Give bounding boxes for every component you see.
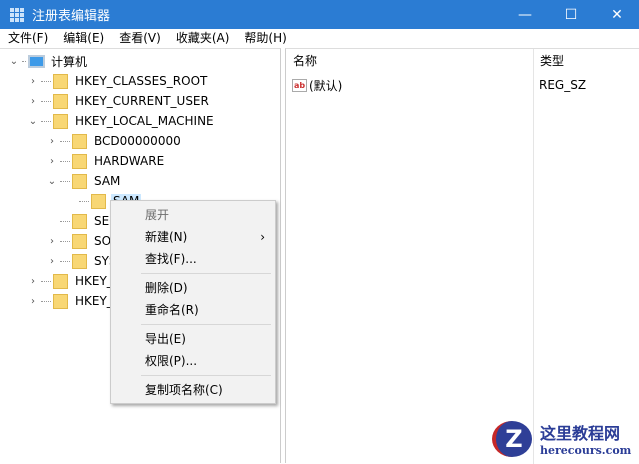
title-bar: 注册表编辑器 — ☐ ✕ <box>0 0 639 29</box>
tree-line <box>41 300 51 302</box>
chevron-right-icon: › <box>260 230 265 244</box>
folder-icon <box>72 153 87 169</box>
tree-line <box>79 200 89 202</box>
chevron-right-icon[interactable]: › <box>27 96 39 107</box>
chevron-down-icon[interactable]: ⌄ <box>27 116 39 127</box>
column-header-type[interactable]: 类型 <box>533 49 564 74</box>
menu-item-label: 新建(N) <box>145 230 188 244</box>
chevron-right-icon[interactable]: › <box>27 76 39 87</box>
folder-icon <box>53 73 68 89</box>
tree-line <box>60 260 70 262</box>
folder-icon <box>53 293 68 309</box>
tree-item[interactable]: › HKEY_CLASSES_ROOT <box>27 71 209 91</box>
folder-icon <box>53 93 68 109</box>
menu-item-rename[interactable]: 重命名(R) <box>111 299 275 321</box>
chevron-right-icon[interactable]: › <box>46 236 58 247</box>
tree-line <box>60 240 70 242</box>
watermark-name: 这里教程网 <box>540 424 621 443</box>
window-title: 注册表编辑器 <box>32 9 111 24</box>
chevron-right-icon[interactable]: › <box>46 156 58 167</box>
folder-icon <box>53 113 68 129</box>
column-divider[interactable] <box>533 49 534 464</box>
minimize-button[interactable]: — <box>502 0 548 29</box>
tree-item-computer[interactable]: ⌄ 计算机 <box>8 51 87 71</box>
tree-item[interactable]: › HKEY_CURRENT_USER <box>27 91 211 111</box>
tree-item[interactable]: ⌄ SAM <box>46 171 122 191</box>
string-value-icon: ab <box>292 78 307 92</box>
menu-help[interactable]: 帮助(H) <box>236 29 293 48</box>
menu-item-find[interactable]: 查找(F)... <box>111 248 275 270</box>
menu-edit[interactable]: 编辑(E) <box>55 29 111 48</box>
context-menu: 展开 新建(N) › 查找(F)... 删除(D) 重命名(R) 导出(E) 权限… <box>110 200 276 404</box>
folder-icon <box>72 213 87 229</box>
tree-item[interactable]: › BCD00000000 <box>46 131 183 151</box>
chevron-down-icon[interactable]: ⌄ <box>46 176 58 187</box>
menu-separator <box>141 324 271 325</box>
menu-separator <box>141 273 271 274</box>
tree-item[interactable]: ⌄ HKEY_LOCAL_MACHINE <box>27 111 216 131</box>
folder-icon <box>53 273 68 289</box>
tree-item-label: 计算机 <box>51 54 88 69</box>
folder-icon <box>72 133 87 149</box>
folder-icon <box>72 233 87 249</box>
regedit-app-icon <box>10 7 24 22</box>
menu-bar: 文件(F) 编辑(E) 查看(V) 收藏夹(A) 帮助(H) <box>0 29 639 48</box>
menu-item-export[interactable]: 导出(E) <box>111 328 275 350</box>
menu-file[interactable]: 文件(F) <box>0 29 55 48</box>
menu-favorites[interactable]: 收藏夹(A) <box>168 29 237 48</box>
menu-view[interactable]: 查看(V) <box>111 29 168 48</box>
tree-line <box>41 80 51 82</box>
tree-line <box>41 100 51 102</box>
chevron-right-icon[interactable]: › <box>46 256 58 267</box>
value-row[interactable]: ab (默认) REG_SZ <box>292 75 632 95</box>
tree-line <box>22 60 26 62</box>
chevron-right-icon[interactable]: › <box>46 136 58 147</box>
tree-item-label: HKEY_CLASSES_ROOT <box>75 74 208 88</box>
folder-icon <box>72 173 87 189</box>
tree-item-label: BCD00000000 <box>94 134 181 148</box>
tree-line <box>60 140 70 142</box>
tree-item[interactable]: › HARDWARE <box>46 151 166 171</box>
watermark: Z 这里教程网 herecours.com <box>492 420 631 457</box>
menu-item-new[interactable]: 新建(N) › <box>111 226 275 248</box>
tree-item-label: HARDWARE <box>94 154 165 168</box>
tree-item-label: HKEY_LOCAL_MACHINE <box>75 114 214 128</box>
menu-item-delete[interactable]: 删除(D) <box>111 277 275 299</box>
watermark-url: herecours.com <box>540 444 632 457</box>
maximize-button[interactable]: ☐ <box>548 0 594 29</box>
tree-line <box>60 180 70 182</box>
tree-line <box>41 280 51 282</box>
value-name: (默认) <box>309 78 343 93</box>
folder-icon <box>72 253 87 269</box>
chevron-right-icon[interactable]: › <box>27 276 39 287</box>
tree-line <box>60 220 70 222</box>
close-button[interactable]: ✕ <box>594 0 639 29</box>
watermark-logo: Z <box>492 420 532 457</box>
tree-item-label: HKEY_CURRENT_USER <box>75 94 209 108</box>
computer-icon <box>28 54 45 68</box>
tree-item-label: SAM <box>94 174 121 188</box>
value-type: REG_SZ <box>539 78 587 92</box>
tree-line <box>60 160 70 162</box>
menu-item-permissions[interactable]: 权限(P)... <box>111 350 275 372</box>
tree-line <box>41 120 51 122</box>
menu-separator <box>141 375 271 376</box>
values-pane: 名称 类型 ab (默认) REG_SZ <box>285 48 639 464</box>
menu-item-expand[interactable]: 展开 <box>111 204 275 226</box>
chevron-right-icon[interactable]: › <box>27 296 39 307</box>
menu-item-copy-key-name[interactable]: 复制项名称(C) <box>111 379 275 401</box>
column-header-name[interactable]: 名称 <box>286 49 317 74</box>
folder-icon <box>91 193 106 209</box>
chevron-down-icon[interactable]: ⌄ <box>8 56 20 67</box>
